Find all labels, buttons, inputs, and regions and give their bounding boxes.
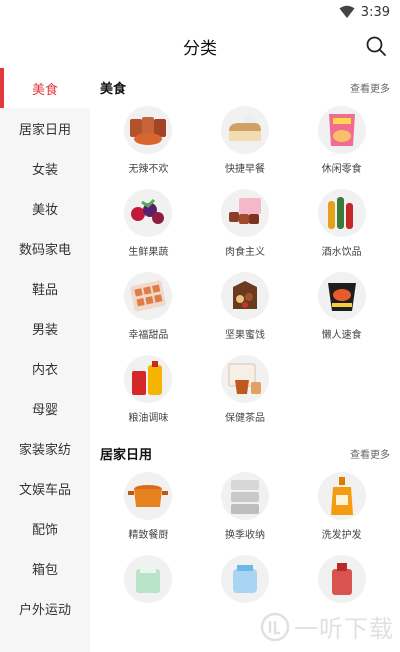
sidebar-item-accessories[interactable]: 配饰 xyxy=(0,508,90,548)
subcategory-label: 保健茶品 xyxy=(224,413,265,424)
sidebar-item-men[interactable]: 男装 xyxy=(0,308,90,348)
subcategory-grid: 精致餐厨 换季收纳 洗发护发 xyxy=(100,472,390,609)
meat-icon xyxy=(220,189,269,237)
sidebar-item-beauty[interactable]: 美妆 xyxy=(0,188,90,228)
status-time: 3:39 xyxy=(360,4,390,20)
detergent-icon xyxy=(317,555,366,603)
oil-icon xyxy=(124,355,173,403)
section-title: 居家日用 xyxy=(100,447,153,463)
subcategory-item[interactable]: 幸福甜品 xyxy=(100,272,197,341)
subcategory-label: 精致餐厨 xyxy=(128,530,169,541)
subcategory-item[interactable]: 换季收纳 xyxy=(197,472,294,541)
content-area: 美食 居家日用 女装 美妆 数码家电 鞋品 男装 内衣 母婴 家装家纺 文娱车品… xyxy=(0,68,400,652)
sidebar-item-baby[interactable]: 母婴 xyxy=(0,388,90,428)
nuts-icon xyxy=(220,272,269,320)
subcategory-item[interactable] xyxy=(197,555,294,609)
subcategory-label: 无辣不欢 xyxy=(128,164,169,175)
sidebar-item-shoes[interactable]: 鞋品 xyxy=(0,268,90,308)
tea-icon xyxy=(220,355,269,403)
sidebar-item-furnishing[interactable]: 家装家纺 xyxy=(0,428,90,468)
spicy-snack-icon xyxy=(124,106,173,154)
header: 分类 xyxy=(0,24,400,68)
subcategory-item[interactable]: 无辣不欢 xyxy=(100,106,197,175)
subcategory-item[interactable]: 快捷早餐 xyxy=(197,106,294,175)
cleaning-icon xyxy=(220,555,269,603)
subcategory-label: 休闲零食 xyxy=(321,164,362,175)
tissue-icon xyxy=(124,555,173,603)
subcategory-item[interactable]: 精致餐厨 xyxy=(100,472,197,541)
drinks-icon xyxy=(317,189,366,237)
subcategory-label: 坚果蜜饯 xyxy=(224,330,265,341)
watermark-logo-icon xyxy=(260,612,290,641)
sidebar-item-digital[interactable]: 数码家电 xyxy=(0,228,90,268)
subcategory-item[interactable]: 懒人速食 xyxy=(293,272,390,341)
subcategory-item[interactable] xyxy=(293,555,390,609)
bread-icon xyxy=(220,106,269,154)
sidebar-item-food[interactable]: 美食 xyxy=(0,68,90,108)
storage-icon xyxy=(220,472,269,520)
sidebar-item-women[interactable]: 女装 xyxy=(0,148,90,188)
subcategory-item[interactable]: 生鲜果蔬 xyxy=(100,189,197,258)
subcategory-label: 肉食主义 xyxy=(224,247,265,258)
subcategory-label: 快捷早餐 xyxy=(224,164,265,175)
subcategory-label: 懒人速食 xyxy=(321,330,362,341)
subcategory-item[interactable]: 坚果蜜饯 xyxy=(197,272,294,341)
watermark: 一听下载 xyxy=(260,609,394,644)
view-more-link[interactable]: 查看更多 xyxy=(350,80,390,95)
view-more-link[interactable]: 查看更多 xyxy=(350,446,390,461)
subcategory-label: 生鲜果蔬 xyxy=(128,247,169,258)
subcategory-label: 洗发护发 xyxy=(321,530,362,541)
sidebar-item-entertainment[interactable]: 文娱车品 xyxy=(0,468,90,508)
category-sidebar: 美食 居家日用 女装 美妆 数码家电 鞋品 男装 内衣 母婴 家装家纺 文娱车品… xyxy=(0,68,90,652)
sidebar-item-outdoor[interactable]: 户外运动 xyxy=(0,588,90,628)
subcategory-label: 粮油调味 xyxy=(128,413,169,424)
subcategory-item[interactable]: 保健茶品 xyxy=(197,355,294,424)
subcategory-item[interactable] xyxy=(100,555,197,609)
status-bar: 3:39 xyxy=(0,0,400,24)
subcategory-item[interactable]: 粮油调味 xyxy=(100,355,197,424)
subcategory-grid: 无辣不欢 快捷早餐 休闲零食 生鲜果蔬 肉食主义 酒水饮品 幸福甜品 坚果蜜饯 … xyxy=(100,106,390,424)
instant-food-icon xyxy=(317,272,366,320)
section-header: 居家日用 查看更多 xyxy=(100,434,390,472)
subcategory-label: 幸福甜品 xyxy=(128,330,169,341)
pot-icon xyxy=(124,472,173,520)
dessert-icon xyxy=(124,272,173,320)
shampoo-icon xyxy=(317,472,366,520)
subcategory-item[interactable]: 休闲零食 xyxy=(293,106,390,175)
subcategory-item[interactable]: 酒水饮品 xyxy=(293,189,390,258)
watermark-text: 一听下载 xyxy=(294,615,394,643)
subcategory-label: 酒水饮品 xyxy=(321,247,362,258)
subcategory-label: 换季收纳 xyxy=(224,530,265,541)
fruit-icon xyxy=(124,189,173,237)
subcategory-item[interactable]: 洗发护发 xyxy=(293,472,390,541)
wifi-icon xyxy=(339,5,355,18)
subcategory-item[interactable]: 肉食主义 xyxy=(197,189,294,258)
sidebar-item-bags[interactable]: 箱包 xyxy=(0,548,90,588)
sidebar-item-home[interactable]: 居家日用 xyxy=(0,108,90,148)
section-header: 美食 查看更多 xyxy=(100,68,390,106)
chips-icon xyxy=(317,106,366,154)
page-title: 分类 xyxy=(183,38,217,59)
sidebar-item-underwear[interactable]: 内衣 xyxy=(0,348,90,388)
search-icon[interactable] xyxy=(364,34,388,58)
section-title: 美食 xyxy=(100,81,127,97)
category-main: 美食 查看更多 无辣不欢 快捷早餐 休闲零食 生鲜果蔬 肉食主义 酒水饮品 幸福… xyxy=(90,68,400,652)
